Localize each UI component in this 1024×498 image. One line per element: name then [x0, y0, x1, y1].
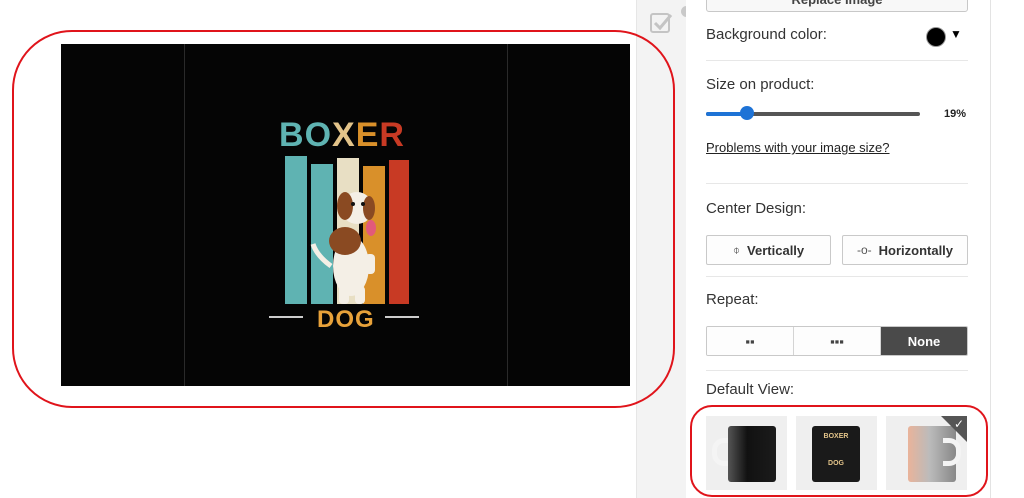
divider — [706, 276, 968, 277]
view-thumbnail-front[interactable]: BOXER DOG — [796, 416, 877, 490]
artwork-title-text: BOXER — [279, 116, 405, 154]
mug-image: BOXER DOG — [812, 426, 860, 482]
view-thumbnail-left[interactable] — [706, 416, 787, 490]
background-color-label: Background color: — [706, 26, 827, 43]
artwork-line — [269, 316, 303, 318]
replace-image-button[interactable]: Replace Image — [706, 0, 968, 12]
mug-handle — [943, 438, 961, 466]
divider — [706, 60, 968, 61]
repeat-label: Repeat: — [706, 291, 759, 308]
default-view-label: Default View: — [706, 381, 795, 398]
grid-icon: ▪▪ — [745, 333, 755, 349]
center-vertically-label: Vertically — [747, 242, 805, 258]
size-slider-handle[interactable] — [739, 106, 754, 120]
checkmark-icon: ✓ — [953, 417, 964, 431]
size-slider[interactable] — [706, 106, 920, 120]
background-color-swatch[interactable] — [926, 27, 946, 47]
image-size-problems-link[interactable]: Problems with your image size? — [706, 140, 890, 155]
divider — [706, 183, 968, 184]
print-guide-right — [507, 44, 508, 386]
artwork-line — [385, 316, 419, 318]
mug-image — [728, 426, 776, 482]
design-canvas[interactable]: BOXER DOG — [61, 44, 630, 386]
repeat-selector: ▪▪ ▪▪▪ None — [706, 326, 968, 356]
mug-artwork: BOXER DOG — [823, 433, 849, 467]
print-guide-left — [184, 44, 185, 386]
artwork-subtitle-text: DOG — [317, 306, 375, 333]
size-on-product-label: Size on product: — [706, 76, 815, 93]
view-thumbnail-right[interactable]: ✓ — [886, 416, 967, 490]
center-horizontally-button[interactable]: -o- Horizontally — [842, 235, 968, 265]
repeat-brick-option[interactable]: ▪▪▪ — [794, 327, 881, 355]
design-artwork[interactable]: BOXER DOG — [269, 116, 419, 333]
checkbox-icon[interactable]: i — [649, 6, 692, 36]
repeat-grid-option[interactable]: ▪▪ — [707, 327, 794, 355]
horizontal-center-icon: -o- — [856, 243, 872, 257]
vertical-center-icon: ⌽ — [732, 242, 741, 257]
brick-pattern-icon: ▪▪▪ — [830, 333, 844, 349]
divider — [706, 370, 968, 371]
chevron-down-icon[interactable]: ▼ — [950, 27, 962, 41]
size-value: 19% — [944, 108, 967, 120]
repeat-none-option[interactable]: None — [881, 327, 967, 355]
center-horizontally-label: Horizontally — [878, 242, 954, 258]
canvas-area: BOXER DOG — [0, 0, 636, 498]
tool-rail: i — [636, 0, 692, 498]
center-design-label: Center Design: — [706, 200, 807, 217]
design-settings-panel: Replace Image Background color: ▼ Size o… — [686, 0, 991, 498]
center-vertically-button[interactable]: ⌽ Vertically — [706, 235, 831, 265]
